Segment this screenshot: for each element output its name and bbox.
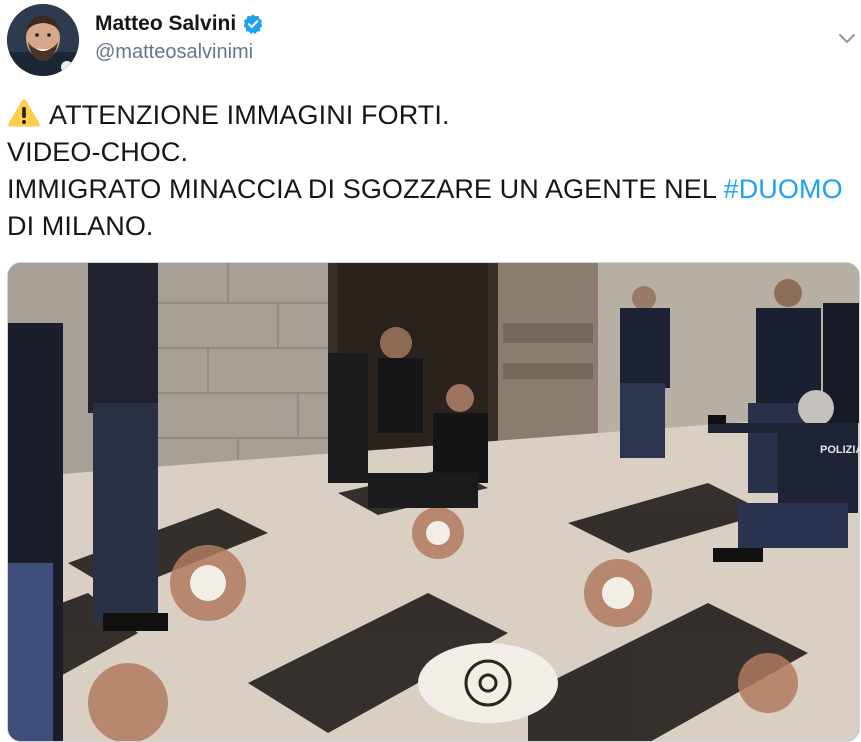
chevron-down-icon[interactable] <box>832 24 861 54</box>
tweet-header: Matteo Salvini @matteosalvinimi <box>0 0 861 84</box>
video-scene-image: POLIZIA <box>8 263 860 741</box>
author-display-name[interactable]: Matteo Salvini <box>95 12 236 36</box>
warning-sign-icon <box>7 98 41 128</box>
avatar-image <box>7 4 79 76</box>
tweet-line-3: IMMIGRATO MINACCIA DI SGOZZARE UN AGENTE… <box>7 171 852 208</box>
tweet-line-1-text: ATTENZIONE IMMAGINI FORTI. <box>49 100 450 130</box>
tweet-line-4: DI MILANO. <box>7 211 154 241</box>
tweet-line-2: VIDEO-CHOC. <box>7 137 189 167</box>
tweet-line-3-text: IMMIGRATO MINACCIA DI SGOZZARE UN AGENTE… <box>7 174 724 204</box>
uniform-text: POLIZIA <box>820 444 860 456</box>
tweet-line-1: ATTENZIONE IMMAGINI FORTI. <box>7 97 852 134</box>
author-name-row: Matteo Salvini <box>95 9 264 39</box>
author-handle[interactable]: @matteosalvinimi <box>95 41 253 64</box>
tweet-text: ATTENZIONE IMMAGINI FORTI. VIDEO-CHOC. I… <box>7 97 852 245</box>
verified-badge-icon <box>242 13 264 35</box>
author-avatar[interactable] <box>7 4 79 76</box>
hashtag-link[interactable]: #DUOMO <box>724 174 843 204</box>
video-thumbnail[interactable]: POLIZIA <box>7 262 860 742</box>
